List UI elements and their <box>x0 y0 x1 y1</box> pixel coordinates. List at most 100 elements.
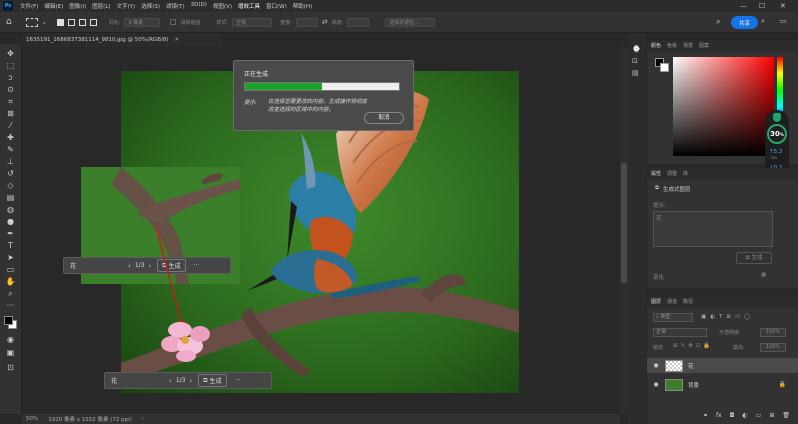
frame-tool-icon[interactable]: ⊠ <box>4 108 17 119</box>
menu-item[interactable]: 选择(S) <box>138 2 163 10</box>
menu-item[interactable]: 帮助(H) <box>290 2 315 10</box>
gradient-tool-icon[interactable]: ▤ <box>4 192 17 203</box>
close-icon[interactable]: ✕ <box>780 2 786 10</box>
menu-item[interactable]: 图像(I) <box>66 2 89 10</box>
clone-stamp-icon[interactable]: ⊥ <box>4 156 17 167</box>
menu-item[interactable]: 视图(V) <box>210 2 235 10</box>
quick-mask-icon[interactable]: ◉ <box>4 334 17 345</box>
adjustment-icon[interactable]: ◐ <box>742 412 747 419</box>
trash-icon[interactable]: 🗑 <box>782 412 790 419</box>
menu-item[interactable]: 文字(Y) <box>114 2 139 10</box>
menu-item[interactable]: 编辑(E) <box>41 2 66 10</box>
generate-button[interactable]: ⧉ 生成 <box>198 374 227 387</box>
new-layer-icon[interactable]: ⊞ <box>769 412 774 419</box>
canvas-scrollbar[interactable] <box>620 47 628 414</box>
menu-item[interactable]: 3D(D) <box>188 2 210 10</box>
eraser-tool-icon[interactable]: ◇ <box>4 180 17 191</box>
panel-tab[interactable]: 渐变 <box>683 42 693 49</box>
search-panel-icon[interactable]: ⌕ <box>761 17 765 26</box>
more-options-icon[interactable]: ··· <box>235 377 241 384</box>
layer-row-flower[interactable]: ◉ 花 <box>647 358 798 373</box>
panel-tab[interactable]: 图层 <box>651 298 661 305</box>
zoom-tool-icon[interactable]: ⌕ <box>4 288 17 299</box>
more-tools-icon[interactable]: ··· <box>4 300 17 311</box>
panel-tab[interactable]: 图案 <box>699 42 709 49</box>
cancel-button[interactable]: 取消 <box>364 112 404 124</box>
close-tab-icon[interactable]: ✕ <box>174 37 179 43</box>
chevron-down-icon[interactable]: ⌄ <box>42 19 47 26</box>
search-icon[interactable]: ⌕ <box>716 17 720 27</box>
blur-tool-icon[interactable]: ◍ <box>4 204 17 215</box>
add-selection-icon[interactable] <box>67 18 75 26</box>
layer-row-background[interactable]: ◉ 背景 🔒 <box>647 377 798 392</box>
select-and-mask-button[interactable]: 选择并遮住... <box>385 17 436 27</box>
chevron-right-icon[interactable]: › <box>189 377 192 385</box>
maximize-icon[interactable]: ☐ <box>759 2 765 10</box>
prompt-text[interactable]: 花 <box>70 261 128 270</box>
lasso-tool-icon[interactable]: ↄ <box>4 72 17 83</box>
intersect-selection-icon[interactable] <box>89 18 97 26</box>
more-options-icon[interactable]: ··· <box>194 262 200 269</box>
scrollbar-thumb[interactable] <box>621 163 627 283</box>
minimize-icon[interactable]: — <box>740 2 747 10</box>
home-icon[interactable]: ⌂ <box>6 17 12 27</box>
color-swatches-icon[interactable] <box>4 316 18 329</box>
pen-tool-icon[interactable]: ✒ <box>4 228 17 239</box>
hand-tool-icon[interactable]: ✋ <box>4 276 17 287</box>
menu-item[interactable]: 窗口(W) <box>263 2 290 10</box>
menu-item[interactable]: 文件(F) <box>17 2 41 10</box>
panel-tab[interactable]: 库 <box>683 170 688 177</box>
screen-mode-icon[interactable]: ▣ <box>4 347 17 358</box>
frame-mode-icon[interactable]: ⊡ <box>4 362 17 373</box>
color-field[interactable] <box>673 57 774 156</box>
chevron-right-icon[interactable]: › <box>142 416 144 422</box>
visibility-eye-icon[interactable]: ◉ <box>647 381 665 388</box>
comment-icon[interactable]: ▤ <box>632 69 639 77</box>
panel-tab[interactable]: 颜色 <box>651 42 661 49</box>
healing-brush-icon[interactable]: ✚ <box>4 132 17 143</box>
visibility-eye-icon[interactable]: ◉ <box>647 362 665 369</box>
crop-tool-icon[interactable]: ⌗ <box>4 96 17 107</box>
workspace-icon[interactable]: ▭ <box>780 17 787 25</box>
move-tool-icon[interactable]: ✥ <box>4 48 17 59</box>
opacity-input[interactable]: 100% <box>760 328 786 337</box>
brush-tool-icon[interactable]: ✎ <box>4 144 17 155</box>
eyedropper-tool-icon[interactable]: ⁄ <box>4 120 17 131</box>
height-input[interactable] <box>347 17 370 27</box>
menu-item[interactable]: 增效工具 <box>235 2 263 10</box>
path-selection-icon[interactable]: ➤ <box>4 252 17 263</box>
panel-tab[interactable]: 属性 <box>651 170 661 177</box>
background-swatch[interactable] <box>660 63 669 72</box>
folder-icon[interactable]: ▭ <box>756 412 762 419</box>
zoom-level[interactable]: 50% <box>26 416 38 422</box>
rectangle-tool-icon[interactable]: ▭ <box>4 264 17 275</box>
new-selection-icon[interactable] <box>56 18 64 26</box>
type-tool-icon[interactable]: T <box>4 240 17 251</box>
antialias-checkbox[interactable] <box>170 19 177 25</box>
style-select[interactable]: 正常 <box>232 17 273 27</box>
menu-item[interactable]: 滤镜(T) <box>163 2 188 10</box>
quick-selection-tool-icon[interactable]: ⊙ <box>4 84 17 95</box>
panel-tab[interactable]: 调整 <box>667 170 677 177</box>
link-icon[interactable]: ⚭ <box>703 412 708 419</box>
grid-view-icon[interactable]: ▦ <box>761 272 766 278</box>
lock-icons[interactable]: ⊞✎✥⊡🔒 <box>673 343 713 349</box>
menu-item[interactable]: 图层(L) <box>89 2 113 10</box>
chevron-left-icon[interactable]: ‹ <box>128 262 131 270</box>
prompt-textarea[interactable]: 花 <box>653 211 773 247</box>
layer-filter-select[interactable]: ⌕ 类型 <box>653 313 693 322</box>
fill-input[interactable]: 100% <box>760 343 786 352</box>
feather-input[interactable]: 0 像素 <box>124 17 161 27</box>
properties-generate-button[interactable]: ⧉ 生成 <box>736 252 772 264</box>
share-button[interactable]: 共享 <box>731 16 758 29</box>
marquee-tool-icon[interactable]: ⬚ <box>4 60 17 71</box>
dodge-tool-icon[interactable]: ● <box>4 216 17 227</box>
history-brush-icon[interactable]: ↺ <box>4 168 17 179</box>
chevron-left-icon[interactable]: ‹ <box>169 377 172 385</box>
fx-icon[interactable]: fx <box>716 412 722 419</box>
mask-icon[interactable]: ◘ <box>730 412 735 419</box>
subtract-selection-icon[interactable] <box>78 18 86 26</box>
width-input[interactable] <box>295 17 318 27</box>
panel-tab[interactable]: 通道 <box>667 298 677 305</box>
history-icon[interactable]: ⌚ <box>632 45 641 53</box>
